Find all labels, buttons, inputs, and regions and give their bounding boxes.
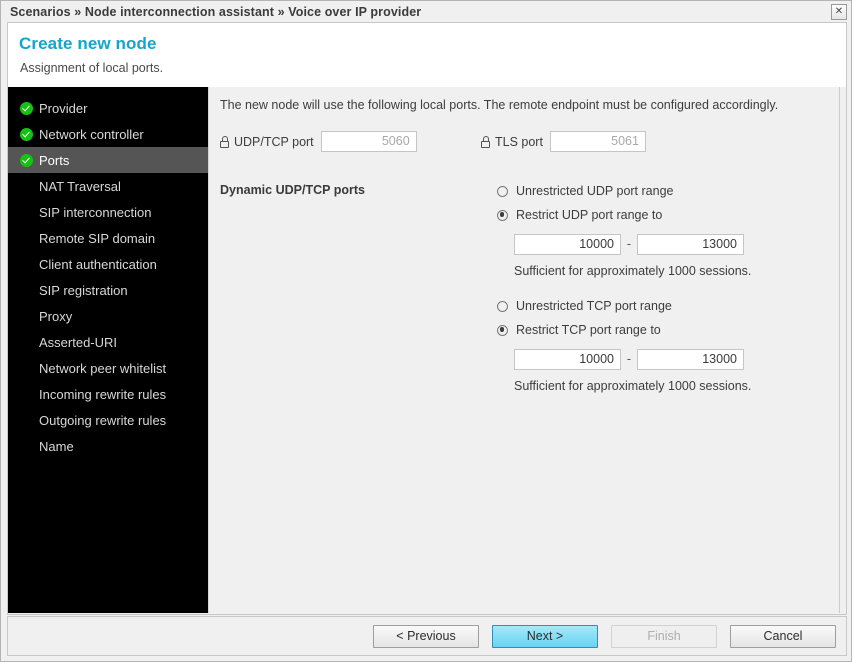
- udp-range-separator: -: [626, 237, 632, 251]
- radio-unrestricted-udp-label: Unrestricted UDP port range: [516, 184, 674, 198]
- intro-text: The new node will use the following loca…: [220, 98, 779, 112]
- title-bar: Scenarios » Node interconnection assista…: [1, 1, 851, 22]
- radio-restrict-udp[interactable]: Restrict UDP port range to: [497, 203, 837, 227]
- radio-icon-selected[interactable]: [497, 324, 508, 336]
- sidebar-item-label: SIP registration: [39, 282, 128, 298]
- sidebar-item-label: SIP interconnection: [39, 204, 152, 220]
- sidebar-item-label: NAT Traversal: [39, 178, 121, 194]
- sidebar-item-incoming-rewrite-rules[interactable]: Incoming rewrite rules: [8, 381, 208, 407]
- sidebar-item-label: Incoming rewrite rules: [39, 386, 167, 402]
- udp-tcp-port-field: UDP/TCP port 5060: [220, 131, 417, 152]
- udp-range-to-input[interactable]: 13000: [637, 233, 744, 255]
- sidebar-item-sip-interconnection[interactable]: SIP interconnection: [8, 199, 208, 225]
- vertical-scrollbar[interactable]: [839, 87, 846, 613]
- wizard-step-list: Provider Network controller Ports NAT Trave…: [8, 87, 208, 613]
- radio-icon[interactable]: [497, 300, 508, 312]
- sidebar-item-network-controller[interactable]: Network controller: [8, 121, 208, 147]
- sidebar-item-label: Network controller: [39, 126, 144, 142]
- step-complete-icon: [20, 153, 33, 167]
- sidebar-item-outgoing-rewrite-rules[interactable]: Outgoing rewrite rules: [8, 407, 208, 433]
- sidebar-item-nat-traversal[interactable]: NAT Traversal: [8, 173, 208, 199]
- page-subtitle: Assignment of local ports.: [20, 61, 164, 75]
- next-button[interactable]: Next >: [492, 624, 598, 648]
- radio-restrict-tcp-label: Restrict TCP port range to: [516, 323, 661, 337]
- step-pending-spacer: [20, 232, 33, 245]
- sidebar-item-label: Outgoing rewrite rules: [39, 412, 167, 428]
- radio-unrestricted-udp[interactable]: Unrestricted UDP port range: [497, 179, 837, 203]
- sidebar-item-label: Ports: [39, 152, 70, 168]
- sidebar-item-proxy[interactable]: Proxy: [8, 303, 208, 329]
- page-title: Create new node: [19, 34, 157, 53]
- udp-range-hint: Sufficient for approximately 1000 sessio…: [514, 264, 752, 278]
- sidebar-item-label: Provider: [39, 100, 88, 116]
- breadcrumb: Scenarios » Node interconnection assista…: [10, 4, 422, 19]
- dialog-footer: < Previous Next > Finish Cancel: [7, 616, 847, 656]
- step-pending-spacer: [20, 440, 33, 453]
- lock-icon: [481, 136, 490, 148]
- dynamic-ports-label: Dynamic UDP/TCP ports: [220, 183, 365, 197]
- radio-restrict-tcp[interactable]: Restrict TCP port range to: [497, 318, 837, 342]
- sidebar-item-ports[interactable]: Ports: [8, 147, 208, 173]
- udp-tcp-port-input[interactable]: 5060: [320, 131, 417, 152]
- radio-unrestricted-tcp-label: Unrestricted TCP port range: [516, 299, 672, 313]
- sidebar-item-label: Network peer whitelist: [39, 360, 167, 376]
- sidebar-item-label: Remote SIP domain: [39, 230, 156, 246]
- tcp-range-to-input[interactable]: 13000: [637, 348, 744, 370]
- step-pending-spacer: [20, 336, 33, 349]
- lock-icon: [220, 136, 229, 148]
- sidebar-item-name[interactable]: Name: [8, 433, 208, 459]
- step-complete-icon: [20, 101, 33, 115]
- radio-restrict-udp-label: Restrict UDP port range to: [516, 208, 663, 222]
- tls-port-field: TLS port 5061: [481, 131, 646, 152]
- cancel-button[interactable]: Cancel: [730, 624, 836, 648]
- sidebar-item-label: Proxy: [39, 308, 73, 324]
- radio-unrestricted-tcp[interactable]: Unrestricted TCP port range: [497, 294, 837, 318]
- step-pending-spacer: [20, 206, 33, 219]
- step-pending-spacer: [20, 180, 33, 193]
- dialog-window: Scenarios » Node interconnection assista…: [0, 0, 852, 662]
- radio-icon[interactable]: [497, 185, 508, 197]
- step-complete-icon: [20, 127, 33, 141]
- tls-port-label: TLS port: [495, 134, 543, 149]
- step-pending-spacer: [20, 362, 33, 375]
- close-icon[interactable]: ✕: [831, 4, 847, 20]
- sidebar-item-sip-registration[interactable]: SIP registration: [8, 277, 208, 303]
- sidebar-item-asserted-uri[interactable]: Asserted-URI: [8, 329, 208, 355]
- tcp-range-from-input[interactable]: 10000: [514, 348, 621, 370]
- sidebar-item-label: Asserted-URI: [39, 334, 118, 350]
- dialog-body: Provider Network controller Ports NAT Trave…: [7, 87, 847, 615]
- udp-range-row: 10000 - 13000: [514, 233, 837, 255]
- step-pending-spacer: [20, 284, 33, 297]
- sidebar-item-client-authentication[interactable]: Client authentication: [8, 251, 208, 277]
- radio-icon-selected[interactable]: [497, 209, 508, 221]
- sidebar-item-remote-sip-domain[interactable]: Remote SIP domain: [8, 225, 208, 251]
- previous-button[interactable]: < Previous: [373, 624, 479, 648]
- step-pending-spacer: [20, 310, 33, 323]
- dialog-header: Create new node Assignment of local port…: [7, 22, 847, 87]
- step-pending-spacer: [20, 388, 33, 401]
- tls-port-input[interactable]: 5061: [549, 131, 646, 152]
- content-pane: The new node will use the following loca…: [208, 87, 846, 613]
- sidebar-item-label: Name: [39, 438, 74, 454]
- step-pending-spacer: [20, 258, 33, 271]
- tcp-range-row: 10000 - 13000: [514, 348, 837, 370]
- udp-tcp-port-label: UDP/TCP port: [234, 134, 314, 149]
- tcp-range-separator: -: [626, 352, 632, 366]
- sidebar-item-provider[interactable]: Provider: [8, 95, 208, 121]
- options-spacer: [497, 278, 837, 294]
- udp-range-from-input[interactable]: 10000: [514, 233, 621, 255]
- port-range-options: Unrestricted UDP port range Restrict UDP…: [497, 179, 837, 393]
- step-pending-spacer: [20, 414, 33, 427]
- tcp-range-hint: Sufficient for approximately 1000 sessio…: [514, 379, 752, 393]
- sidebar-item-label: Client authentication: [39, 256, 157, 272]
- finish-button: Finish: [611, 624, 717, 648]
- sidebar-item-network-peer-whitelist[interactable]: Network peer whitelist: [8, 355, 208, 381]
